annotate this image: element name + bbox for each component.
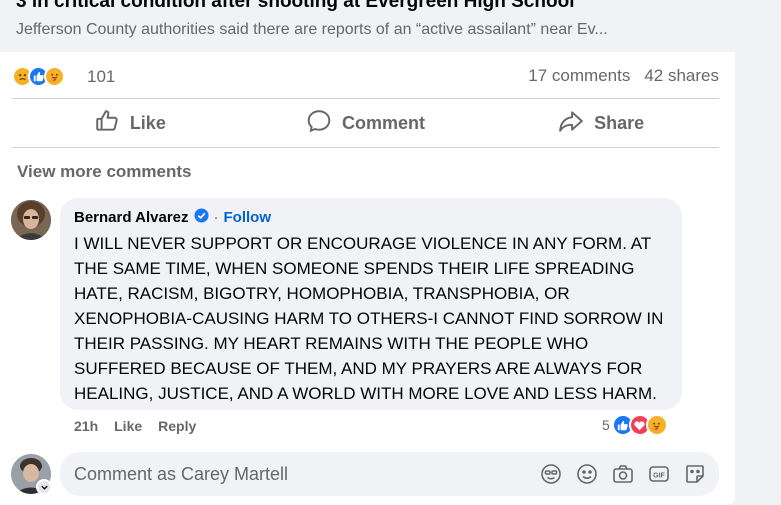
comment-button[interactable]: Comment bbox=[248, 103, 484, 143]
comment-input-placeholder: Comment as Carey Martell bbox=[74, 463, 289, 484]
comment-bubble: Bernard Alvarez · Follow I WILL NEVER SU… bbox=[60, 198, 682, 410]
link-preview-title[interactable]: 3 in critical condition after shooting a… bbox=[16, 0, 574, 13]
verified-badge-icon bbox=[193, 208, 209, 227]
gif-icon[interactable]: GIF bbox=[647, 462, 671, 491]
comment-input[interactable]: Comment as Carey Martell GIF bbox=[60, 452, 719, 496]
comment-meta: 21h Like Reply bbox=[74, 418, 196, 434]
profile-switch-chevron-icon[interactable] bbox=[36, 479, 52, 495]
comment-reactions[interactable]: 5 bbox=[602, 414, 668, 436]
reaction-count[interactable]: 101 bbox=[87, 67, 115, 87]
share-button[interactable]: Share bbox=[483, 103, 719, 143]
care-hug-icon bbox=[645, 414, 668, 436]
post-card: 3 in critical condition after shooting a… bbox=[0, 0, 735, 505]
like-button[interactable]: Like bbox=[12, 103, 248, 143]
share-arrow-icon bbox=[558, 108, 584, 139]
post-action-bar: Like Comment Share bbox=[12, 98, 719, 148]
care-hug-icon bbox=[44, 65, 65, 87]
comments-count[interactable]: 17 comments bbox=[528, 66, 630, 86]
comment-reaction-count: 5 bbox=[602, 417, 610, 433]
emoji-icon[interactable] bbox=[575, 462, 599, 491]
like-outline-icon bbox=[94, 108, 120, 139]
avatar-sticker-icon[interactable] bbox=[539, 462, 563, 491]
follow-link[interactable]: Follow bbox=[224, 209, 272, 226]
shares-count[interactable]: 42 shares bbox=[644, 66, 719, 86]
view-more-comments-link[interactable]: View more comments bbox=[17, 162, 191, 182]
commenter-avatar[interactable] bbox=[11, 200, 51, 240]
comment-reply-link[interactable]: Reply bbox=[158, 418, 196, 434]
composer-toolbar: GIF bbox=[539, 462, 707, 491]
comment-author[interactable]: Bernard Alvarez bbox=[74, 209, 189, 226]
svg-text:GIF: GIF bbox=[653, 473, 665, 480]
engagement-counts: 17 comments 42 shares bbox=[528, 66, 719, 86]
post-reactions[interactable] bbox=[12, 64, 65, 88]
comment-timestamp[interactable]: 21h bbox=[74, 418, 98, 434]
link-preview-description: Jefferson County authorities said there … bbox=[16, 21, 608, 38]
header-separator: · bbox=[213, 209, 219, 226]
camera-icon[interactable] bbox=[611, 462, 635, 491]
comment-like-link[interactable]: Like bbox=[114, 418, 142, 434]
sticker-icon[interactable] bbox=[683, 462, 707, 491]
comment-header: Bernard Alvarez · Follow bbox=[74, 208, 668, 227]
post-stats: 101 17 comments 42 shares bbox=[0, 60, 735, 90]
comment-button-label: Comment bbox=[342, 112, 426, 133]
share-button-label: Share bbox=[594, 112, 645, 133]
link-preview[interactable]: 3 in critical condition after shooting a… bbox=[0, 0, 735, 52]
like-button-label: Like bbox=[129, 112, 166, 133]
comment-bubble-icon bbox=[306, 108, 332, 139]
comment-text: I WILL NEVER SUPPORT OR ENCOURAGE VIOLEN… bbox=[74, 234, 664, 403]
